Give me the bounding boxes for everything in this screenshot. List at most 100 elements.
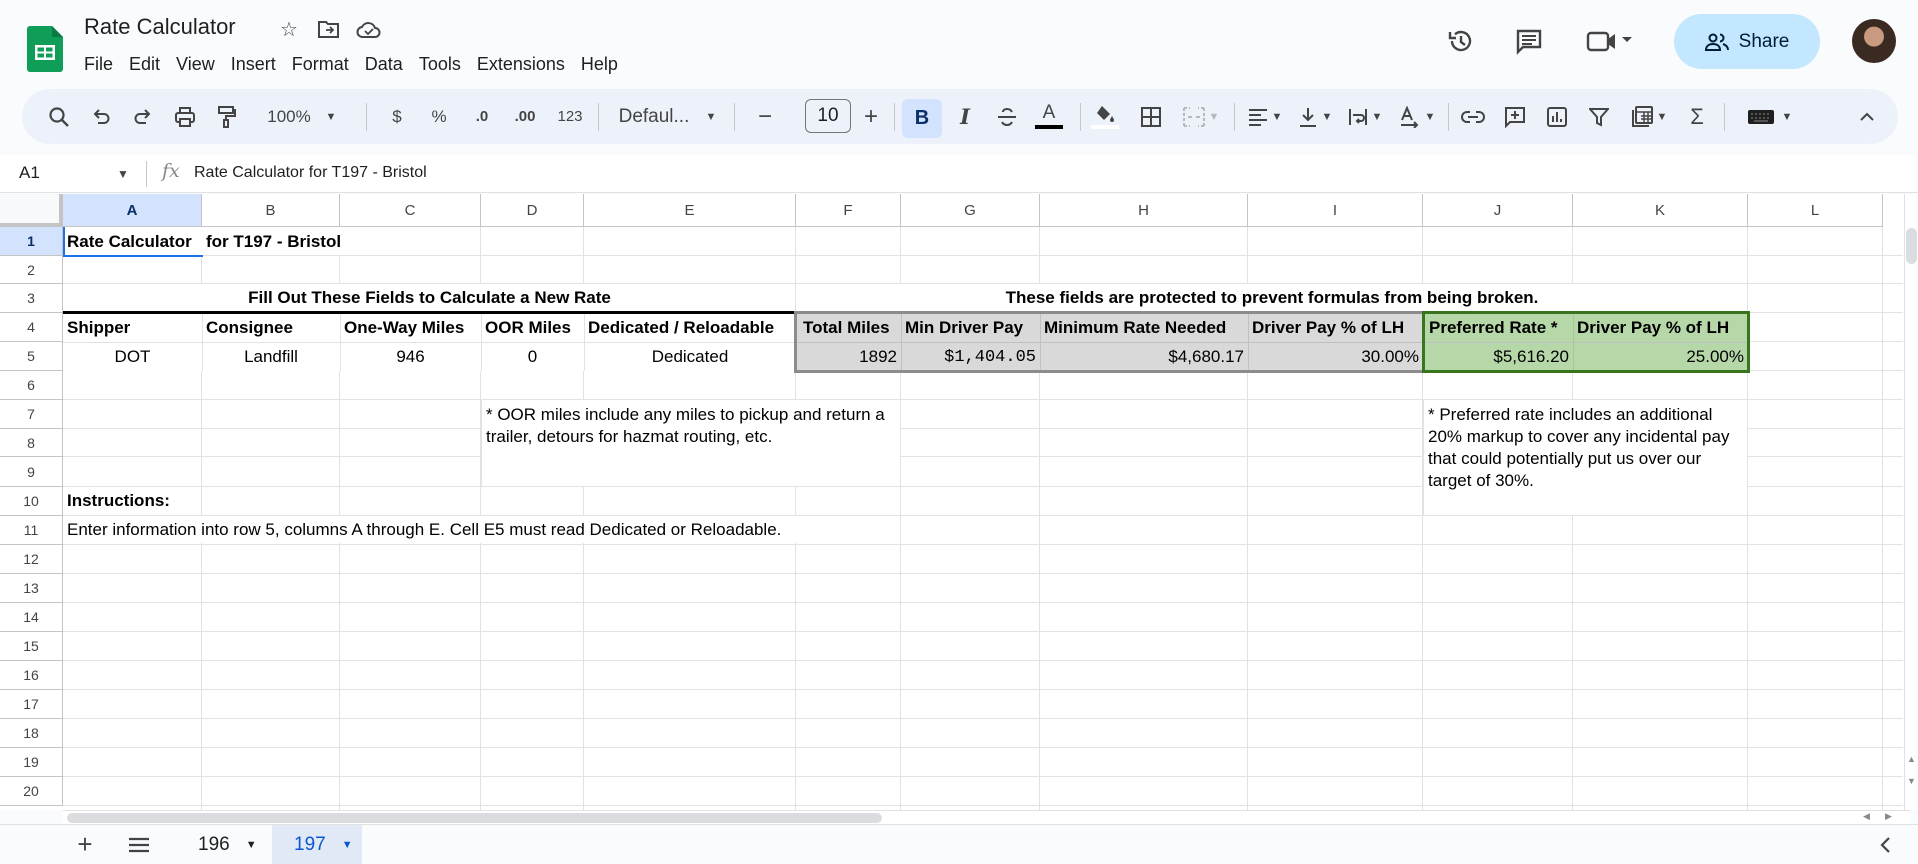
fill-color-icon[interactable]: [1088, 89, 1122, 144]
bold-button[interactable]: B: [902, 99, 942, 138]
font-select[interactable]: Defaul...: [614, 89, 694, 144]
cell-d4[interactable]: OOR Miles: [481, 314, 584, 342]
cell-j4[interactable]: Preferred Rate *: [1425, 314, 1573, 342]
cell-a5[interactable]: DOT: [63, 343, 202, 371]
italic-button[interactable]: I: [948, 89, 982, 144]
functions-icon[interactable]: Σ: [1680, 89, 1714, 144]
row-header-2[interactable]: 2: [0, 256, 63, 284]
text-wrapping-icon[interactable]: ▼: [1342, 89, 1388, 144]
undo-icon[interactable]: [86, 89, 116, 144]
cell-h4[interactable]: Minimum Rate Needed: [1040, 314, 1248, 342]
cell-g4[interactable]: Min Driver Pay: [901, 314, 1040, 342]
column-header-j[interactable]: J: [1423, 194, 1573, 227]
cell-b1[interactable]: for T197 - Bristol: [202, 227, 345, 256]
vertical-align-icon[interactable]: ▼: [1292, 89, 1338, 144]
scroll-right-icon[interactable]: ▶: [1885, 811, 1892, 822]
cell-k4[interactable]: Driver Pay % of LH: [1573, 314, 1748, 342]
row-header-1[interactable]: 1: [0, 227, 63, 256]
decrease-font-size-icon[interactable]: −: [750, 89, 780, 144]
cell-i5[interactable]: 30.00%: [1248, 343, 1423, 371]
sheet-tab-caret-icon[interactable]: ▼: [246, 839, 257, 851]
row-header-16[interactable]: 16: [0, 661, 63, 690]
cell-f4[interactable]: Total Miles: [799, 314, 901, 342]
row-header-11[interactable]: 11: [0, 516, 63, 545]
menu-edit[interactable]: Edit: [121, 52, 168, 76]
name-box[interactable]: A1: [19, 163, 40, 183]
row-header-4[interactable]: 4: [0, 313, 63, 342]
strikethrough-icon[interactable]: [990, 89, 1024, 144]
meet-icon[interactable]: [1586, 26, 1638, 56]
column-header-i[interactable]: I: [1248, 194, 1423, 227]
cell-a11[interactable]: Enter information into row 5, columns A …: [63, 516, 785, 544]
vertical-scroll-thumb[interactable]: [1906, 228, 1917, 264]
cell-b5[interactable]: Landfill: [202, 343, 340, 371]
insert-chart-icon[interactable]: [1540, 89, 1574, 144]
user-avatar[interactable]: [1852, 19, 1896, 63]
cell-c5[interactable]: 946: [340, 343, 481, 371]
row-header-17[interactable]: 17: [0, 690, 63, 719]
scroll-up-icon[interactable]: ▲: [1907, 754, 1916, 764]
borders-icon[interactable]: [1134, 89, 1168, 144]
column-header-h[interactable]: H: [1040, 194, 1248, 227]
cell-f5[interactable]: 1892: [799, 343, 901, 371]
add-sheet-icon[interactable]: +: [70, 825, 100, 864]
cell-k5[interactable]: 25.00%: [1573, 343, 1748, 371]
percent-format-button[interactable]: %: [424, 89, 454, 144]
menu-extensions[interactable]: Extensions: [469, 52, 573, 76]
column-header-d[interactable]: D: [481, 194, 584, 227]
currency-format-button[interactable]: $: [382, 89, 412, 144]
cell-a10[interactable]: Instructions:: [63, 487, 174, 515]
insert-comment-icon[interactable]: [1498, 89, 1532, 144]
collapse-toolbar-icon[interactable]: [1852, 89, 1882, 144]
scroll-down-icon[interactable]: ▼: [1907, 776, 1916, 786]
redo-icon[interactable]: [128, 89, 158, 144]
paint-format-icon[interactable]: [212, 89, 242, 144]
row-header-6[interactable]: 6: [0, 371, 63, 400]
row-header-7[interactable]: 7: [0, 400, 63, 429]
row-header-10[interactable]: 10: [0, 487, 63, 516]
menu-data[interactable]: Data: [357, 52, 411, 76]
column-header-g[interactable]: G: [901, 194, 1040, 227]
decrease-decimal-button[interactable]: .0: [466, 89, 498, 144]
sheets-logo-icon[interactable]: [27, 26, 63, 72]
column-header-a[interactable]: A: [63, 194, 202, 227]
row-header-9[interactable]: 9: [0, 457, 63, 487]
cell-f3[interactable]: These fields are protected to prevent fo…: [796, 284, 1748, 312]
zoom-caret-icon[interactable]: ▼: [322, 89, 340, 144]
font-caret-icon[interactable]: ▼: [702, 89, 720, 144]
comments-icon[interactable]: [1514, 26, 1544, 56]
menu-help[interactable]: Help: [573, 52, 626, 76]
more-formats-button[interactable]: 123: [552, 89, 588, 144]
menu-file[interactable]: File: [84, 52, 121, 76]
insert-link-icon[interactable]: [1456, 89, 1490, 144]
menu-view[interactable]: View: [168, 52, 223, 76]
document-title[interactable]: Rate Calculator: [84, 14, 236, 40]
cell-j5[interactable]: $5,616.20: [1425, 343, 1573, 371]
menu-format[interactable]: Format: [284, 52, 357, 76]
cell-a1[interactable]: Rate Calculator: [63, 227, 203, 256]
row-header-8[interactable]: 8: [0, 429, 63, 457]
menu-tools[interactable]: Tools: [411, 52, 469, 76]
row-header-19[interactable]: 19: [0, 748, 63, 777]
cell-c4[interactable]: One-Way Miles: [340, 314, 481, 342]
spreadsheet-grid[interactable]: ABCDEFGHIJKL 1 2 3 4 5 6 7 8 9 10 11 12 13 14 15 16 17 18…: [0, 194, 1910, 810]
horizontal-align-icon[interactable]: ▼: [1242, 89, 1288, 144]
increase-decimal-button[interactable]: .00: [508, 89, 542, 144]
column-header-b[interactable]: B: [202, 194, 340, 227]
column-header-k[interactable]: K: [1573, 194, 1748, 227]
sheet-tab-caret-icon[interactable]: ▼: [342, 839, 353, 851]
star-icon[interactable]: ☆: [276, 16, 302, 42]
row-header-3[interactable]: 3: [0, 284, 63, 313]
row-header-20[interactable]: 20: [0, 777, 63, 806]
text-rotation-icon[interactable]: ▼: [1394, 89, 1440, 144]
row-header-14[interactable]: 14: [0, 603, 63, 632]
search-icon[interactable]: [44, 89, 74, 144]
formula-input[interactable]: Rate Calculator for T197 - Bristol: [194, 164, 427, 182]
column-header-e[interactable]: E: [584, 194, 796, 227]
cell-j7-note[interactable]: * Preferred rate includes an additional …: [1423, 400, 1748, 515]
cell-h5[interactable]: $4,680.17: [1040, 343, 1248, 371]
sheet-tab-196[interactable]: 196 ▼: [176, 825, 279, 864]
column-header-c[interactable]: C: [340, 194, 481, 227]
version-history-icon[interactable]: [1446, 26, 1476, 56]
side-panel-toggle-icon[interactable]: [1870, 825, 1900, 864]
